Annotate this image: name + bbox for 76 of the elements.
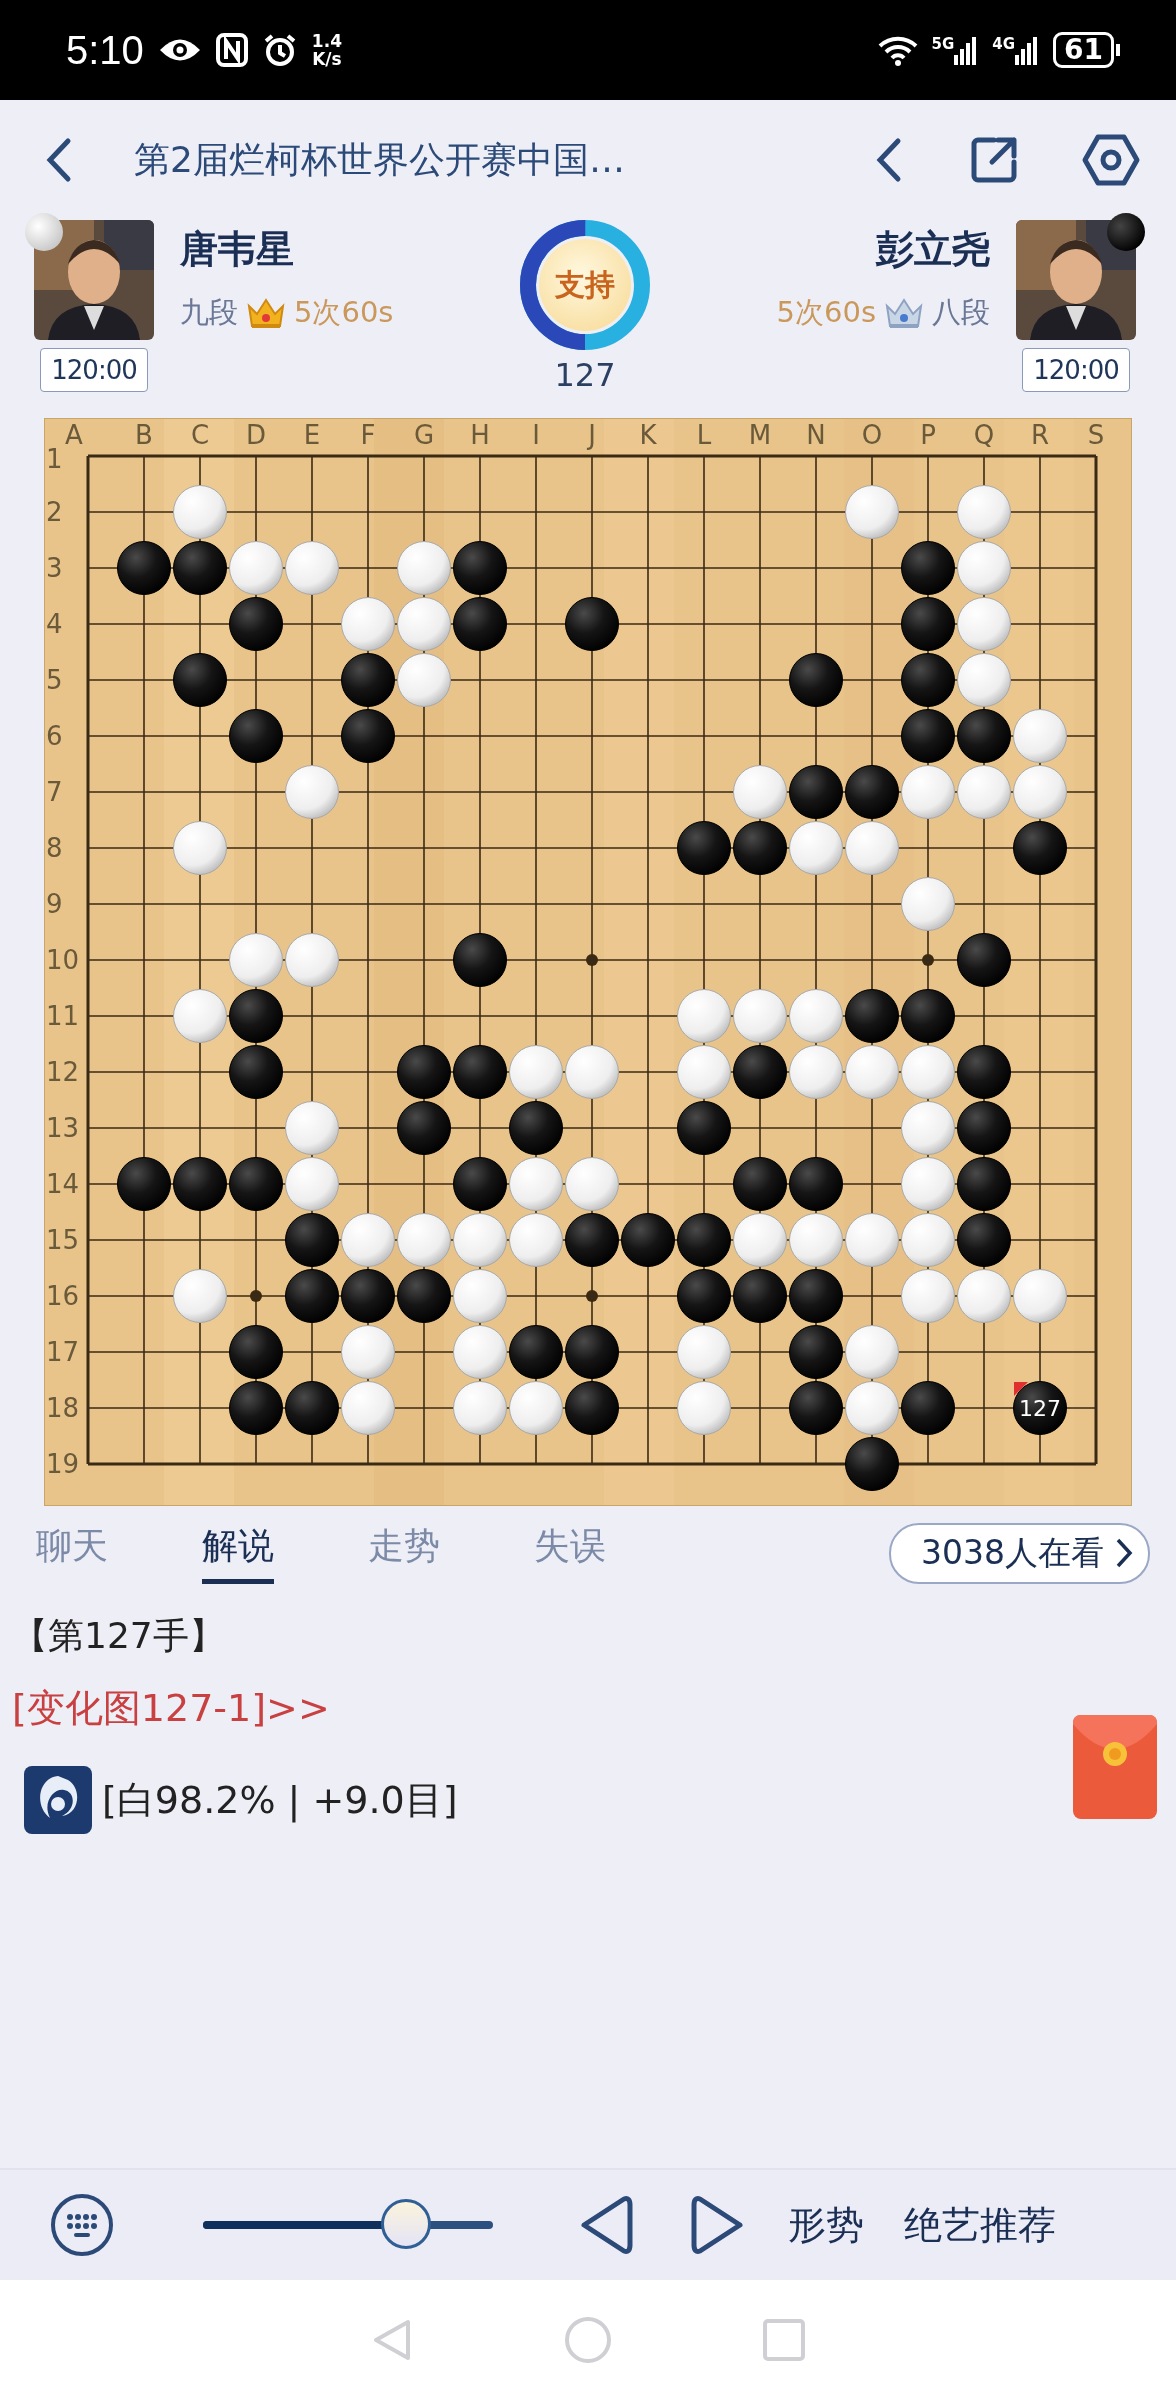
coordinate-label: F (360, 420, 376, 450)
coordinate-label: J (588, 420, 596, 450)
coordinate-label: 18 (46, 1393, 80, 1423)
coordinate-label: 13 (46, 1113, 80, 1143)
coordinate-label: 19 (46, 1449, 80, 1479)
network-label: 5G (931, 35, 955, 53)
signal-icon (1015, 35, 1040, 65)
crown-icon (884, 296, 924, 330)
coordinate-label: 16 (46, 1281, 80, 1311)
coordinate-label: 7 (46, 777, 63, 807)
tab[interactable]: 走势 (368, 1522, 440, 1584)
time-control: 5次60s (294, 293, 394, 333)
ai-logo-icon (24, 1766, 92, 1834)
coordinate-label: G (413, 420, 435, 450)
coordinate-label: 8 (46, 833, 63, 863)
slider-thumb[interactable] (381, 2199, 431, 2249)
coordinate-label: 15 (46, 1225, 80, 1255)
coordinate-label: H (470, 420, 490, 450)
player-rank: 九段 (180, 294, 238, 331)
coordinate-label: 11 (46, 1001, 80, 1031)
tab[interactable]: 失误 (534, 1522, 606, 1584)
coordinate-label: L (696, 420, 712, 450)
keyboard-button[interactable] (50, 2193, 114, 2257)
coordinate-label: R (1030, 420, 1050, 450)
coordinate-label: 12 (46, 1057, 80, 1087)
signal-icon (954, 35, 979, 65)
coordinate-label: E (303, 420, 321, 450)
window-title: 第2届烂柯杯世界公开赛中国… (134, 137, 626, 182)
toolbar-button[interactable]: 形势 (788, 2199, 864, 2251)
clock-time: 5:10 (66, 27, 144, 73)
wifi-icon (877, 34, 918, 66)
coordinate-label: I (532, 420, 540, 450)
coordinate-label: B (135, 420, 153, 450)
network-speed: 1.4 K/s (311, 32, 342, 68)
coordinate-label: 3 (46, 553, 63, 583)
coordinate-label: S (1087, 420, 1105, 450)
coordinate-label: K (639, 420, 657, 450)
tab[interactable]: 聊天 (36, 1522, 108, 1584)
tab[interactable]: 解说 (202, 1522, 274, 1584)
player-name: 彭立尧 (876, 226, 990, 273)
move-number: 127 (554, 356, 616, 394)
game-clock: 120:00 (1022, 348, 1130, 392)
coordinate-label: 1 (46, 444, 63, 474)
variation-link[interactable]: [变化图127-1]>> (12, 1683, 1176, 1734)
move-heading: 【第127手】 (12, 1614, 226, 1658)
settings-button[interactable] (1082, 133, 1140, 187)
time-control: 5次60s (776, 293, 876, 333)
viewers-button[interactable]: 3038人在看 (889, 1522, 1150, 1584)
crown-icon (246, 296, 286, 330)
game-clock: 120:00 (40, 348, 148, 392)
envelope-icon[interactable] (1072, 1714, 1158, 1820)
coordinate-label: C (190, 420, 210, 450)
coordinate-label: 10 (46, 945, 80, 975)
toolbar-button[interactable]: 绝艺推荐 (904, 2199, 1056, 2251)
coordinate-label: 14 (46, 1169, 80, 1199)
coordinate-label: 2 (46, 497, 63, 527)
coordinate-label: 17 (46, 1337, 80, 1367)
network-label: 4G (992, 35, 1016, 53)
coordinate-label: D (246, 420, 266, 450)
player-name: 唐韦星 (180, 226, 295, 273)
coordinate-label: N (806, 420, 826, 450)
move-number: 127 (1019, 1396, 1061, 1421)
chevron-right-icon (1114, 1536, 1134, 1570)
coordinate-label: Q (973, 420, 995, 450)
coordinate-label: O (861, 420, 883, 450)
coordinate-label: 9 (46, 889, 63, 919)
coordinate-label: P (920, 420, 936, 450)
ai-evaluation: [白98.2% | +9.0目] (102, 1776, 458, 1825)
coordinate-label: M (748, 420, 772, 450)
nfc-icon (215, 33, 248, 67)
coordinate-label: 6 (46, 721, 63, 751)
player-rank: 八段 (932, 294, 990, 331)
battery-level: 61 (1053, 32, 1114, 68)
coordinate-label: 4 (46, 609, 63, 639)
coordinate-label: A (65, 420, 83, 450)
coordinate-label: 5 (46, 665, 63, 695)
